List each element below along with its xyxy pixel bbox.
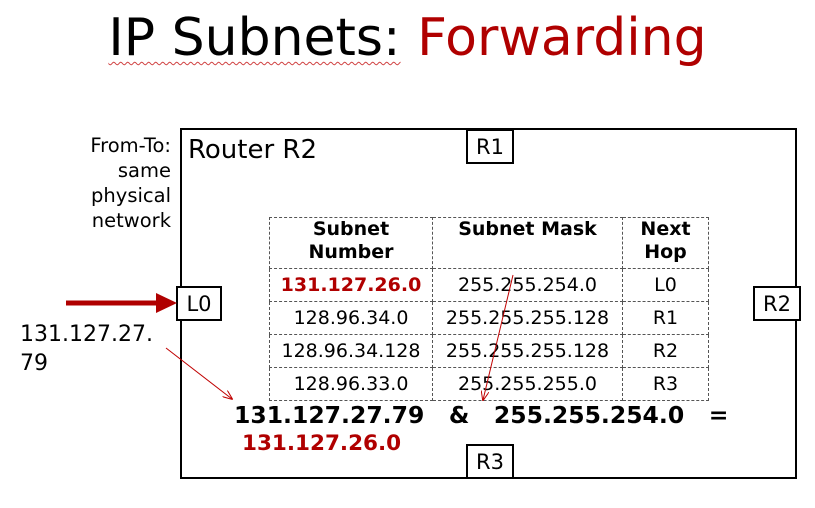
- incoming-packet-arrow: [66, 293, 177, 313]
- ip-pointer-arrow: [165, 347, 232, 399]
- mask-pointer-arrow: [483, 274, 514, 400]
- arrows-overlay: [66, 274, 514, 508]
